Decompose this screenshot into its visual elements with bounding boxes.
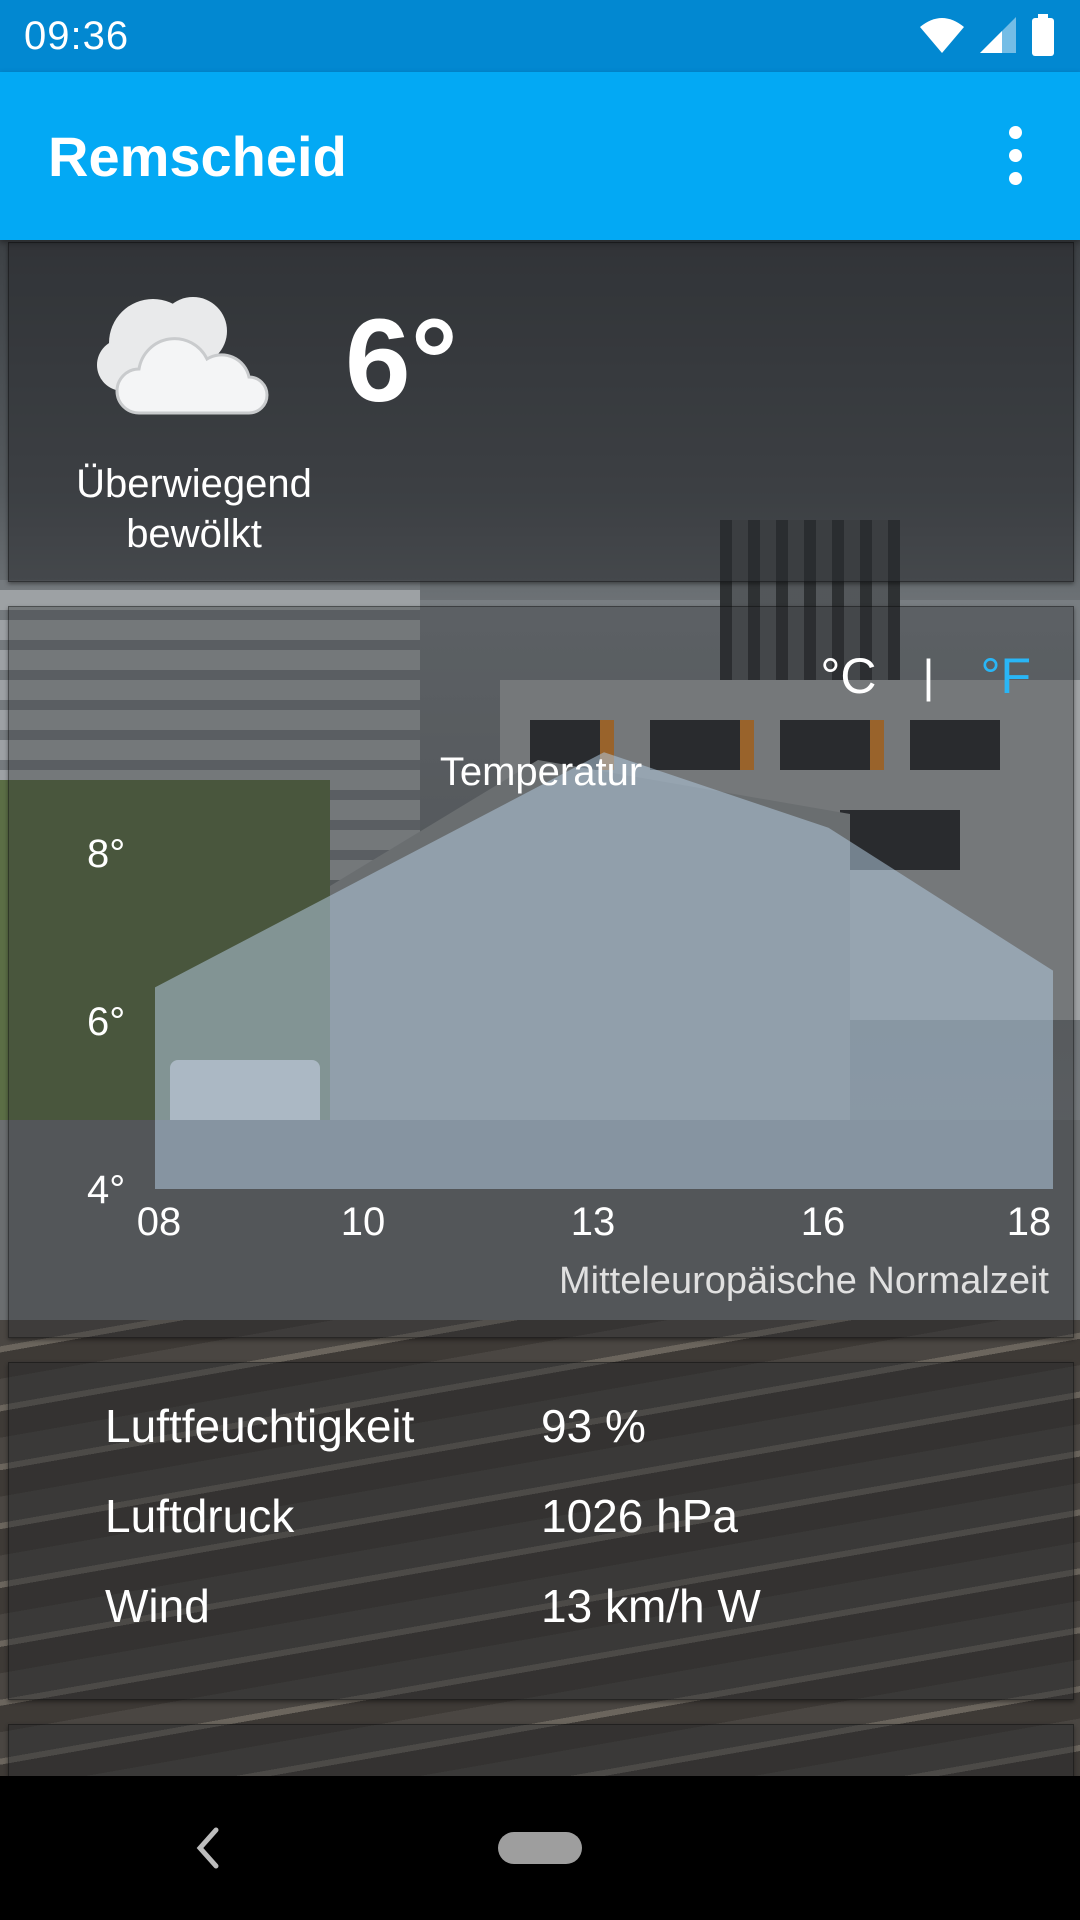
temperature-chart: Temperatur 8° 6° 4° 08 10 13 16 18 Mitteleuropäis… bbox=[87, 750, 1053, 1302]
status-time: 09:36 bbox=[24, 14, 130, 58]
x-axis-label: Mitteleuropäische Normalzeit bbox=[559, 1260, 1049, 1302]
detail-label: Luftfeuchtigkeit bbox=[105, 1400, 415, 1452]
detail-value: 93 % bbox=[541, 1400, 646, 1452]
y-tick-label: 8° bbox=[87, 832, 125, 876]
current-weather-card: Überwiegend bewölkt 6° bbox=[8, 242, 1074, 582]
chart-title: Temperatur bbox=[440, 750, 642, 794]
detail-row-pressure: Luftdruck 1026 hPa bbox=[105, 1489, 761, 1579]
y-tick-label: 6° bbox=[87, 1000, 125, 1044]
detail-value: 13 km/h W bbox=[541, 1580, 761, 1632]
home-pill-icon[interactable] bbox=[498, 1832, 582, 1864]
y-tick-label: 4° bbox=[87, 1168, 125, 1212]
current-temperature: 6° bbox=[345, 295, 458, 427]
status-icons bbox=[918, 14, 1056, 56]
detail-row-humidity: Luftfeuchtigkeit 93 % bbox=[105, 1399, 761, 1489]
x-tick-label: 13 bbox=[571, 1200, 616, 1244]
app-title: Remscheid bbox=[48, 125, 347, 188]
back-icon[interactable] bbox=[188, 1820, 228, 1876]
navigation-bar bbox=[0, 1776, 1080, 1920]
detail-label: Luftdruck bbox=[105, 1490, 295, 1542]
signal-icon bbox=[980, 17, 1016, 53]
details-list: Luftfeuchtigkeit 93 % Luftdruck 1026 hPa… bbox=[105, 1399, 761, 1669]
battery-icon bbox=[1032, 14, 1054, 56]
detail-row-wind: Wind 13 km/h W bbox=[105, 1579, 761, 1669]
status-bar: 09:36 bbox=[0, 0, 1080, 72]
detail-value: 1026 hPa bbox=[541, 1490, 738, 1542]
x-tick-label: 08 bbox=[137, 1200, 182, 1244]
x-tick-label: 16 bbox=[801, 1200, 846, 1244]
wifi-icon bbox=[920, 18, 964, 53]
app-bar: Remscheid bbox=[0, 72, 1080, 240]
cloud-icon bbox=[97, 297, 269, 415]
overflow-menu-icon[interactable] bbox=[980, 120, 1050, 190]
condition-text: Überwiegend bewölkt bbox=[76, 462, 312, 556]
temperature-area bbox=[155, 752, 1053, 1189]
temperature-chart-card: °C | °F Temperatur 8° 6° 4° 08 10 13 16 18 Mittel… bbox=[8, 606, 1074, 1338]
details-card: Luftfeuchtigkeit 93 % Luftdruck 1026 hPa… bbox=[8, 1362, 1074, 1700]
x-tick-label: 18 bbox=[1007, 1200, 1052, 1244]
detail-label: Wind bbox=[105, 1580, 210, 1632]
x-tick-label: 10 bbox=[341, 1200, 386, 1244]
